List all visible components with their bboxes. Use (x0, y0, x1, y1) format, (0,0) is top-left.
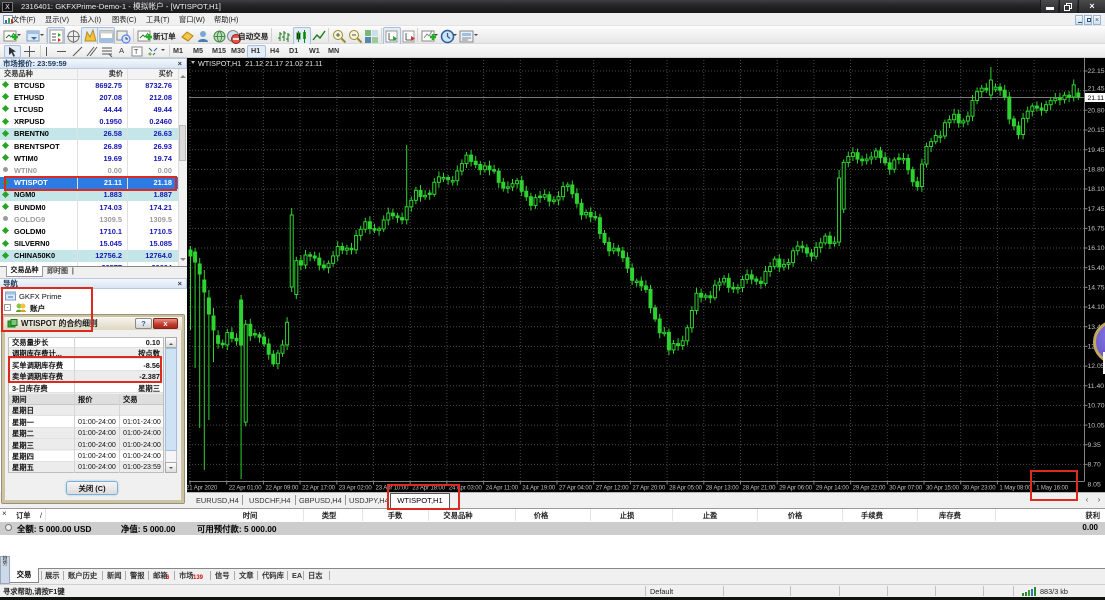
svg-text:18.10: 18.10 (1088, 186, 1105, 193)
svg-text:29 Apr 06:00: 29 Apr 06:00 (779, 486, 813, 492)
svg-text:24 Apr 11:00: 24 Apr 11:00 (486, 486, 519, 492)
svg-text:17.45: 17.45 (1088, 206, 1105, 213)
svg-text:T: T (134, 49, 139, 56)
svg-text:21.11: 21.11 (1088, 95, 1105, 102)
svg-text:27 Apr 12:00: 27 Apr 12:00 (596, 486, 630, 492)
svg-text:16.10: 16.10 (1088, 245, 1105, 252)
svg-text:23 Apr 02:00: 23 Apr 02:00 (339, 486, 373, 492)
svg-text:22 Apr 09:00: 22 Apr 09:00 (265, 486, 299, 492)
svg-text:28 Apr 05:00: 28 Apr 05:00 (669, 486, 703, 492)
svg-text:1 May 08:00: 1 May 08:00 (999, 486, 1032, 492)
svg-text:22 Apr 01:00: 22 Apr 01:00 (229, 486, 263, 492)
svg-text:10.70: 10.70 (1088, 403, 1105, 410)
svg-text:14.10: 14.10 (1088, 304, 1105, 311)
svg-text:16.75: 16.75 (1088, 226, 1105, 233)
svg-text:27 Apr 04:00: 27 Apr 04:00 (559, 486, 593, 492)
svg-text:22 Apr 17:00: 22 Apr 17:00 (302, 486, 336, 492)
svg-text:30 Apr 15:00: 30 Apr 15:00 (926, 486, 960, 492)
svg-text:27 Apr 20:00: 27 Apr 20:00 (632, 486, 666, 492)
svg-text:WTISPOT,H1 21.12 21.17 21.02: WTISPOT,H1 21.12 21.17 21.02 21.11 (198, 59, 323, 68)
svg-text:15.40: 15.40 (1088, 265, 1105, 272)
svg-text:21 Apr 2020: 21 Apr 2020 (187, 486, 218, 492)
svg-text:8.70: 8.70 (1088, 462, 1101, 469)
svg-text:22.15: 22.15 (1088, 68, 1105, 75)
svg-text:18.80: 18.80 (1088, 167, 1105, 174)
svg-text:20.15: 20.15 (1088, 127, 1105, 134)
svg-text:19.45: 19.45 (1088, 147, 1105, 154)
svg-text:28 Apr 13:00: 28 Apr 13:00 (706, 486, 740, 492)
svg-text:10.05: 10.05 (1088, 422, 1105, 429)
svg-text:21.45: 21.45 (1088, 86, 1105, 93)
svg-text:11.40: 11.40 (1088, 383, 1105, 390)
svg-text:8.05: 8.05 (1088, 481, 1101, 488)
svg-text:29 Apr 14:00: 29 Apr 14:00 (816, 486, 850, 492)
svg-text:30 Apr 23:00: 30 Apr 23:00 (963, 486, 997, 492)
svg-text:29 Apr 22:00: 29 Apr 22:00 (853, 486, 887, 492)
svg-text:9.35: 9.35 (1088, 442, 1101, 449)
svg-text:14.75: 14.75 (1088, 285, 1105, 292)
svg-text:24 Apr 19:00: 24 Apr 19:00 (522, 486, 556, 492)
svg-text:20.80: 20.80 (1088, 108, 1105, 115)
svg-text:28 Apr 21:00: 28 Apr 21:00 (743, 486, 777, 492)
svg-text:30 Apr 07:00: 30 Apr 07:00 (889, 486, 923, 492)
